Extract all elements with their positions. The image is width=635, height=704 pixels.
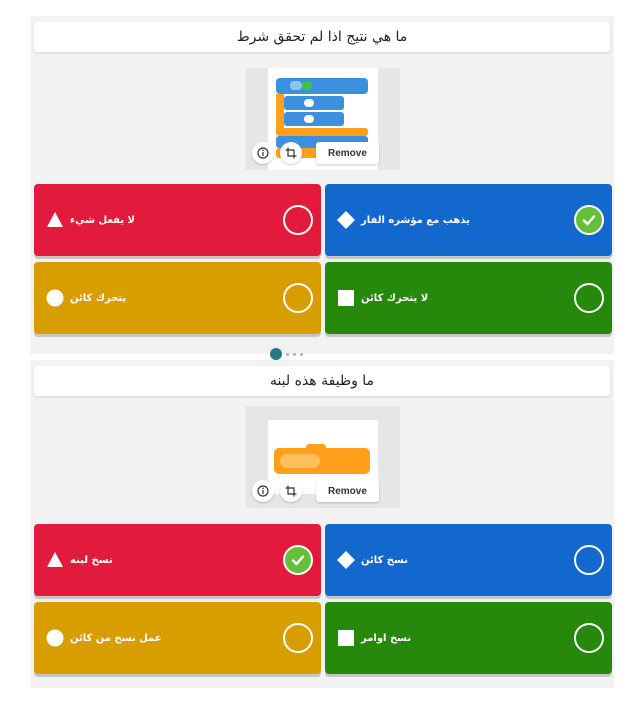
question-image: Remove — [246, 68, 400, 170]
square-icon — [338, 290, 354, 306]
answer-label: لا يفعل شيء — [70, 214, 135, 226]
answer-option-red[interactable]: لا يفعل شيء — [34, 184, 321, 256]
question-card-2: ما وظيفة هذه لبنه Remove نسخ لبنه نسخ كا… — [30, 360, 614, 688]
answer-checkbox-checked[interactable] — [574, 205, 604, 235]
answer-option-yellow[interactable]: عمل نسخ من كائن — [34, 602, 321, 674]
answer-checkbox[interactable] — [574, 623, 604, 653]
media-toolbar: Remove — [252, 480, 379, 502]
answer-label: نسخ اوامر — [361, 632, 412, 644]
diamond-icon — [337, 211, 355, 229]
check-icon — [582, 215, 596, 226]
question-image: Remove — [246, 406, 400, 508]
triangle-icon — [47, 552, 63, 567]
answer-label: عمل نسخ من كائن — [70, 632, 162, 644]
answer-checkbox[interactable] — [283, 283, 313, 313]
crop-button[interactable] — [280, 142, 302, 164]
question-title: ما هي نتيج اذا لم تحقق شرط — [34, 22, 610, 52]
answer-label: نسخ كائن — [361, 554, 408, 566]
info-icon — [257, 147, 269, 159]
drag-handle[interactable] — [270, 348, 303, 360]
answer-checkbox[interactable] — [283, 623, 313, 653]
circle-icon — [46, 629, 64, 647]
crop-icon — [285, 485, 297, 497]
info-button[interactable] — [252, 142, 274, 164]
answer-label: يتحرك كائن — [70, 292, 127, 304]
crop-button[interactable] — [280, 480, 302, 502]
answer-checkbox[interactable] — [283, 205, 313, 235]
answer-checkbox[interactable] — [574, 283, 604, 313]
answer-checkbox[interactable] — [574, 545, 604, 575]
answer-option-green[interactable]: نسخ اوامر — [325, 602, 612, 674]
question-title: ما وظيفة هذه لبنه — [34, 366, 610, 396]
answer-option-green[interactable]: لا يتحرك كائن — [325, 262, 612, 334]
remove-button[interactable]: Remove — [316, 480, 379, 502]
answer-option-blue[interactable]: نسخ كائن — [325, 524, 612, 596]
answer-option-blue[interactable]: يذهب مع مؤشره الفار — [325, 184, 612, 256]
answer-label: يذهب مع مؤشره الفار — [361, 214, 470, 226]
answer-checkbox-checked[interactable] — [283, 545, 313, 575]
triangle-icon — [47, 212, 63, 227]
media-toolbar: Remove — [252, 142, 379, 164]
question-card-1: ما هي نتيج اذا لم تحقق شرط Remove لا يفع… — [30, 16, 614, 360]
crop-icon — [285, 147, 297, 159]
info-icon — [257, 485, 269, 497]
info-button[interactable] — [252, 480, 274, 502]
square-icon — [338, 630, 354, 646]
answer-option-yellow[interactable]: يتحرك كائن — [34, 262, 321, 334]
diamond-icon — [337, 551, 355, 569]
answer-label: لا يتحرك كائن — [361, 292, 429, 304]
check-icon — [291, 555, 305, 566]
answer-option-red[interactable]: نسخ لبنه — [34, 524, 321, 596]
answer-label: نسخ لبنه — [70, 554, 113, 566]
circle-icon — [46, 289, 64, 307]
remove-button[interactable]: Remove — [316, 142, 379, 164]
